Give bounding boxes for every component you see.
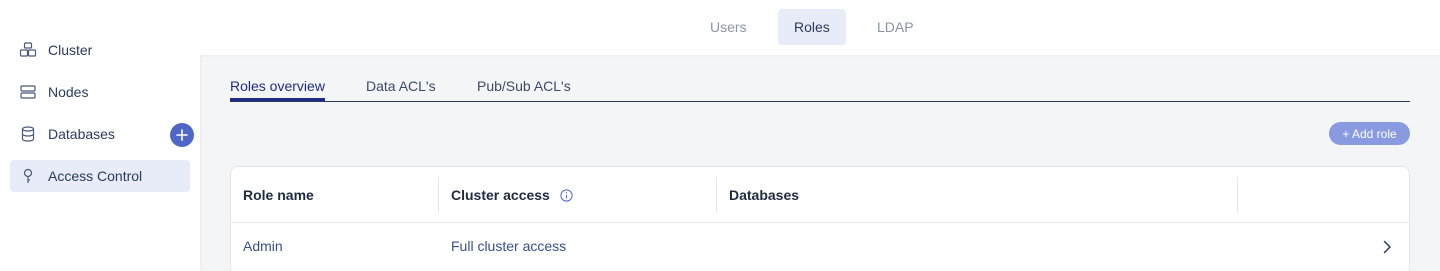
column-divider bbox=[1237, 177, 1238, 213]
database-icon bbox=[18, 124, 38, 144]
tab-pubsub-acls[interactable]: Pub/Sub ACL's bbox=[477, 78, 571, 100]
roles-table: Role name Cluster access Databases Admin… bbox=[230, 166, 1410, 271]
cluster-icon bbox=[18, 40, 38, 60]
sub-tab-bar: Roles overview Data ACL's Pub/Sub ACL's bbox=[230, 70, 1410, 102]
column-header-label: Cluster access bbox=[451, 187, 550, 203]
chevron-right-icon[interactable] bbox=[1379, 239, 1395, 255]
sidebar-item-label: Nodes bbox=[48, 84, 89, 100]
nodes-icon bbox=[18, 82, 38, 102]
tab-roles[interactable]: Roles bbox=[778, 9, 846, 45]
sidebar-item-label: Access Control bbox=[48, 168, 143, 184]
info-icon[interactable] bbox=[560, 188, 573, 202]
cluster-access-cell: Full cluster access bbox=[451, 238, 567, 254]
add-database-button[interactable] bbox=[170, 123, 194, 147]
sidebar-item-label: Cluster bbox=[48, 42, 93, 58]
sidebar-item-cluster[interactable]: Cluster bbox=[10, 34, 190, 66]
tab-roles-overview[interactable]: Roles overview bbox=[230, 78, 325, 101]
table-header: Role name Cluster access Databases bbox=[231, 167, 1409, 223]
role-name-cell: Admin bbox=[243, 238, 283, 254]
key-icon bbox=[18, 166, 38, 186]
tab-ldap[interactable]: LDAP bbox=[861, 9, 930, 45]
tab-data-acls[interactable]: Data ACL's bbox=[366, 78, 436, 100]
sidebar-item-access-control[interactable]: Access Control bbox=[10, 160, 190, 192]
table-row[interactable]: Admin Full cluster access bbox=[231, 224, 1409, 271]
top-tab-bar: Users Roles LDAP bbox=[200, 0, 1440, 55]
sidebar: Cluster Nodes Databases Access Control bbox=[0, 0, 200, 271]
sidebar-item-nodes[interactable]: Nodes bbox=[10, 76, 190, 108]
tab-users[interactable]: Users bbox=[694, 9, 763, 45]
column-header-databases: Databases bbox=[729, 187, 800, 203]
sidebar-item-databases[interactable]: Databases bbox=[10, 118, 190, 150]
column-header-cluster-access: Cluster access bbox=[439, 177, 573, 213]
column-header-role-name: Role name bbox=[243, 187, 314, 203]
add-role-button[interactable]: + Add role bbox=[1329, 122, 1410, 145]
plus-icon bbox=[176, 129, 188, 141]
sidebar-item-label: Databases bbox=[48, 126, 115, 142]
